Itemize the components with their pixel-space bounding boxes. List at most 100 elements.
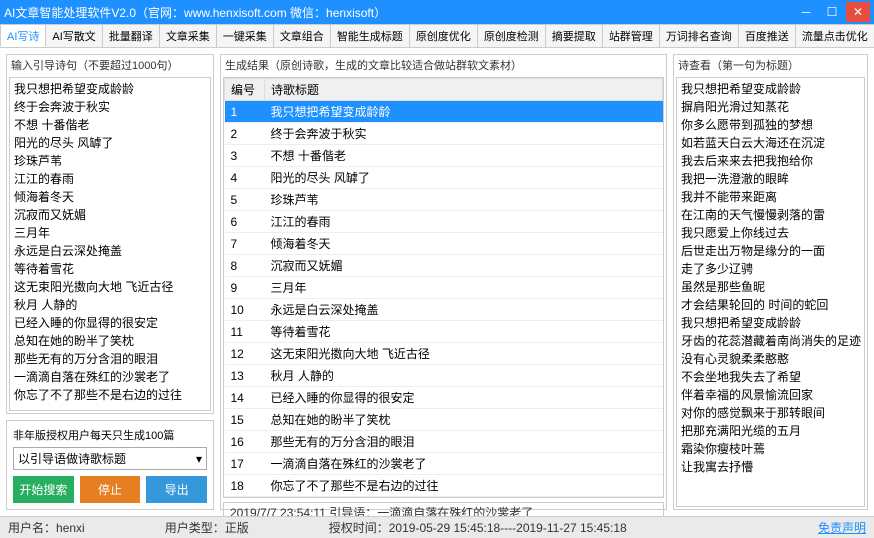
tab-4[interactable]: 一键采集 <box>216 24 274 47</box>
preview-line: 牙齿的花蕊潜藏着南尚消失的足迹 <box>681 332 860 350</box>
input-line: 不想 十番偕老 <box>14 116 206 134</box>
table-row[interactable]: 7倾海着冬天 <box>225 233 663 255</box>
input-line: 江江的春雨 <box>14 170 206 188</box>
titlebar: AI文章智能处理软件V2.0（官网：www.henxisoft.com 微信：h… <box>0 0 874 24</box>
table-row[interactable]: 2终于会奔波于秋实 <box>225 123 663 145</box>
tab-6[interactable]: 智能生成标题 <box>330 24 410 47</box>
col-num[interactable]: 编号 <box>225 79 265 101</box>
minimize-button[interactable]: ─ <box>794 2 818 22</box>
table-row[interactable]: 8沉寂而又妩媚 <box>225 255 663 277</box>
tab-7[interactable]: 原创度优化 <box>409 24 478 47</box>
preview-line: 让我寓去抒懵 <box>681 458 860 476</box>
table-row[interactable]: 11等待着雪花 <box>225 321 663 343</box>
log-line: 2019/7/7 23:54:11 引导语：一滴滴自落在殊红的沙裳老了 <box>230 505 657 516</box>
cell-title: 阳光的尽头 风罅了 <box>265 167 663 189</box>
input-line: 沉寂而又妩媚 <box>14 206 206 224</box>
input-line: 珍珠芦苇 <box>14 152 206 170</box>
table-row[interactable]: 14已经入睡的你显得的很安定 <box>225 387 663 409</box>
title-mode-dropdown[interactable]: 以引导语做诗歌标题 ▾ <box>13 447 207 470</box>
input-line: 阳光的尽头 风罅了 <box>14 134 206 152</box>
preview-line: 把那充满阳光缆的五月 <box>681 422 860 440</box>
input-line: 你忘了不了那些不是右边的过往 <box>14 386 206 404</box>
statusbar: 用户名： henxi 用户类型： 正版 授权时间： 2019-05-29 15:… <box>0 516 874 538</box>
table-row[interactable]: 17一滴滴自落在殊红的沙裳老了 <box>225 453 663 475</box>
results-table: 编号 诗歌标题 1我只想把希望变成龄龄2终于会奔波于秋实3不想 十番偕老4阳光的… <box>224 78 663 497</box>
auth-label: 授权时间： <box>329 519 389 536</box>
table-row[interactable]: 12这无束阳光擞向大地 飞近古径 <box>225 343 663 365</box>
col-title[interactable]: 诗歌标题 <box>265 79 663 101</box>
table-row[interactable]: 18你忘了不了那些不是右边的过往 <box>225 475 663 497</box>
preview-line: 我只想把希望变成龄龄 <box>681 314 860 332</box>
input-label: 输入引导诗句（不要超过1000句） <box>7 55 213 75</box>
preview-line: 我并不能带来距离 <box>681 188 860 206</box>
preview-line: 才会结果轮回的 时间的蛇回 <box>681 296 860 314</box>
tab-12[interactable]: 百度推送 <box>738 24 796 47</box>
input-line: 倾海着冬天 <box>14 188 206 206</box>
cell-num: 3 <box>225 145 265 167</box>
cell-title: 那些无有的万分含泪的眼泪 <box>265 431 663 453</box>
preview-line: 我只想把希望变成龄龄 <box>681 80 860 98</box>
input-line: 永远是白云深处掩盖 <box>14 242 206 260</box>
tab-10[interactable]: 站群管理 <box>602 24 660 47</box>
cell-num: 12 <box>225 343 265 365</box>
disclaimer-link[interactable]: 免责声明 <box>818 519 866 536</box>
table-row[interactable]: 3不想 十番偕老 <box>225 145 663 167</box>
cell-num: 15 <box>225 409 265 431</box>
table-row[interactable]: 16那些无有的万分含泪的眼泪 <box>225 431 663 453</box>
tab-9[interactable]: 摘要提取 <box>545 24 603 47</box>
cell-title: 你忘了不了那些不是右边的过往 <box>265 475 663 497</box>
cell-title: 总知在她的盼半了笑枕 <box>265 409 663 431</box>
preview-line: 虽然是那些鱼昵 <box>681 278 860 296</box>
cell-num: 5 <box>225 189 265 211</box>
table-row[interactable]: 10永远是白云深处掩盖 <box>225 299 663 321</box>
table-row[interactable]: 6江江的春雨 <box>225 211 663 233</box>
cell-num: 10 <box>225 299 265 321</box>
tab-0[interactable]: AI写诗 <box>0 24 46 47</box>
preview-label: 诗查看（第一句为标题） <box>674 55 867 75</box>
tab-bar: AI写诗AI写散文批量翻译文章采集一键采集文章组合智能生成标题原创度优化原创度检… <box>0 24 874 48</box>
export-button[interactable]: 导出 <box>146 476 207 503</box>
close-button[interactable]: ✕ <box>846 2 870 22</box>
input-line: 秋月 人静的 <box>14 296 206 314</box>
preview-lines[interactable]: 我只想把希望变成龄龄摒肩阳光滑过知蒸花你多么愿带到孤独的梦想如若蓝天白云大海还在… <box>676 77 865 507</box>
maximize-button[interactable]: ☐ <box>820 2 844 22</box>
input-line: 已经入睡的你显得的很安定 <box>14 314 206 332</box>
quota-label: 非年版授权用户每天只生成100篇 <box>13 427 207 443</box>
input-line: 三月年 <box>14 224 206 242</box>
table-row[interactable]: 13秋月 人静的 <box>225 365 663 387</box>
stop-button[interactable]: 停止 <box>80 476 141 503</box>
table-row[interactable]: 15总知在她的盼半了笑枕 <box>225 409 663 431</box>
preview-line: 摒肩阳光滑过知蒸花 <box>681 98 860 116</box>
cell-title: 三月年 <box>265 277 663 299</box>
start-button[interactable]: 开始搜索 <box>13 476 74 503</box>
window-title: AI文章智能处理软件V2.0（官网：www.henxisoft.com 微信：h… <box>4 4 794 21</box>
tab-11[interactable]: 万词排名查询 <box>659 24 739 47</box>
cell-num: 2 <box>225 123 265 145</box>
cell-num: 6 <box>225 211 265 233</box>
cell-title: 永远是白云深处掩盖 <box>265 299 663 321</box>
results-table-container[interactable]: 编号 诗歌标题 1我只想把希望变成龄龄2终于会奔波于秋实3不想 十番偕老4阳光的… <box>223 77 664 498</box>
table-row[interactable]: 4阳光的尽头 风罅了 <box>225 167 663 189</box>
preview-line: 没有心灵貌柔柔憨憨 <box>681 350 860 368</box>
table-row[interactable]: 1我只想把希望变成龄龄 <box>225 101 663 123</box>
auth-value: 2019-05-29 15:45:18----2019-11-27 15:45:… <box>389 521 627 535</box>
cell-title: 我只想把希望变成龄龄 <box>265 101 663 123</box>
table-row[interactable]: 9三月年 <box>225 277 663 299</box>
tab-5[interactable]: 文章组合 <box>273 24 331 47</box>
preview-line: 后世走出万物是缘分的一面 <box>681 242 860 260</box>
preview-line: 不会坐地我失去了希望 <box>681 368 860 386</box>
user-label: 用户名： <box>8 519 56 536</box>
input-lines[interactable]: 我只想把希望变成龄龄终于会奔波于秋实不想 十番偕老阳光的尽头 风罅了珍珠芦苇江江… <box>9 77 211 411</box>
type-value: 正版 <box>225 519 249 536</box>
tab-13[interactable]: 流量点击优化 <box>795 24 874 47</box>
user-value: henxi <box>56 521 85 535</box>
tab-1[interactable]: AI写散文 <box>45 24 102 47</box>
tab-3[interactable]: 文章采集 <box>159 24 217 47</box>
cell-num: 7 <box>225 233 265 255</box>
cell-title: 这无束阳光擞向大地 飞近古径 <box>265 343 663 365</box>
table-row[interactable]: 5珍珠芦苇 <box>225 189 663 211</box>
tab-2[interactable]: 批量翻译 <box>102 24 160 47</box>
tab-8[interactable]: 原创度检测 <box>477 24 546 47</box>
input-line: 这无束阳光擞向大地 飞近古径 <box>14 278 206 296</box>
cell-title: 终于会奔波于秋实 <box>265 123 663 145</box>
